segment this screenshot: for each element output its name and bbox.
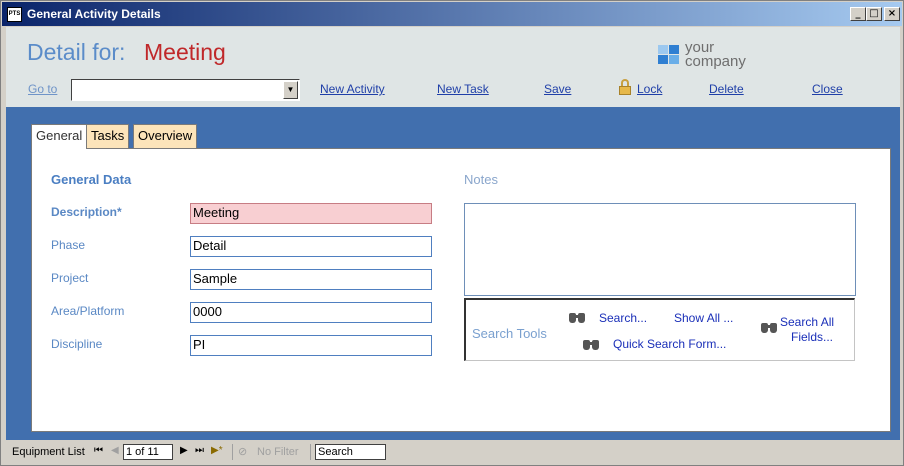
logo-mark-icon [658,45,680,65]
tab-content-general: General Data Description* Meeting Phase … [31,148,891,432]
project-field[interactable]: Sample [190,269,432,290]
tab-overview[interactable]: Overview [133,124,198,148]
lock-button[interactable]: Lock [637,82,662,96]
discipline-field[interactable]: PI [190,335,432,356]
save-button[interactable]: Save [544,82,571,96]
goto-combobox[interactable]: ▼ [71,79,300,101]
nav-separator [310,444,311,460]
binoculars-icon[interactable] [569,310,585,323]
search-link[interactable]: Search... [599,311,647,325]
tab-tasks[interactable]: Tasks [86,124,130,148]
company-logo: your company [658,40,768,72]
project-label: Project [51,271,89,285]
notes-field[interactable] [464,203,856,296]
binoculars-icon[interactable] [583,337,599,350]
new-activity-button[interactable]: New Activity [320,82,385,96]
close-window-button[interactable]: × [884,7,900,21]
delete-button[interactable]: Delete [709,82,744,96]
detail-value: Meeting [144,39,226,65]
detail-label: Detail for: [27,39,126,65]
first-record-icon[interactable]: ⏮ [94,445,103,456]
app-window: PTS General Activity Details _ □ × Detai… [0,0,904,466]
search-tools-panel: Search Tools Search... Show All ... Sear… [464,298,855,361]
logo-text: your company [685,40,746,70]
phase-label: Phase [51,238,86,252]
notes-label: Notes [464,172,498,187]
search-all-line-1: Search All [780,315,835,329]
search-all-line-2: Fields... [791,330,834,344]
minimize-button[interactable]: _ [850,7,866,21]
record-number-input[interactable]: 1 of 11 [123,444,173,460]
search-all-fields-link[interactable]: Search All Fields... [780,315,834,345]
form-body: General Tasks Overview General Data Desc… [6,107,900,440]
phase-field[interactable]: Detail [190,236,432,257]
binoculars-icon[interactable] [761,320,777,333]
title-bar[interactable]: PTS General Activity Details _ □ × [2,2,902,26]
quick-search-form-link[interactable]: Quick Search Form... [613,337,726,351]
close-button[interactable]: Close [812,82,843,96]
description-label: Description* [51,205,122,219]
search-input[interactable]: Search [315,444,386,460]
goto-label: Go to [28,82,58,96]
area-platform-field[interactable]: 0000 [190,302,432,323]
maximize-button[interactable]: □ [866,7,882,21]
navigation-label: Equipment List [12,446,85,458]
next-record-icon[interactable]: ▶ [180,445,188,456]
section-title: General Data [51,172,132,187]
window-title: General Activity Details [27,7,161,21]
form-header: Detail for: Meeting your company Go to ▼… [6,27,900,107]
area-platform-label: Area/Platform [51,304,125,318]
logo-line-2: company [685,53,746,70]
app-icon: PTS [7,7,22,22]
previous-record-icon[interactable]: ◀ [111,445,119,456]
nav-separator [232,444,233,460]
last-record-icon[interactable]: ⏭ [195,445,204,456]
search-tools-label: Search Tools [472,326,547,341]
record-navigation-bar: Equipment List ⏮ ◀ 1 of 11 ▶ ⏭ ▶* ⊘ No F… [6,442,900,462]
lock-icon [618,79,632,95]
new-task-button[interactable]: New Task [437,82,489,96]
dropdown-arrow-icon[interactable]: ▼ [283,81,298,99]
discipline-label: Discipline [51,337,103,351]
filter-icon: ⊘ [238,446,248,458]
no-filter-button[interactable]: No Filter [257,446,299,458]
show-all-link[interactable]: Show All ... [674,311,733,325]
tab-general[interactable]: General [31,124,88,149]
new-record-icon[interactable]: ▶* [211,445,223,456]
description-field[interactable]: Meeting [190,203,432,224]
